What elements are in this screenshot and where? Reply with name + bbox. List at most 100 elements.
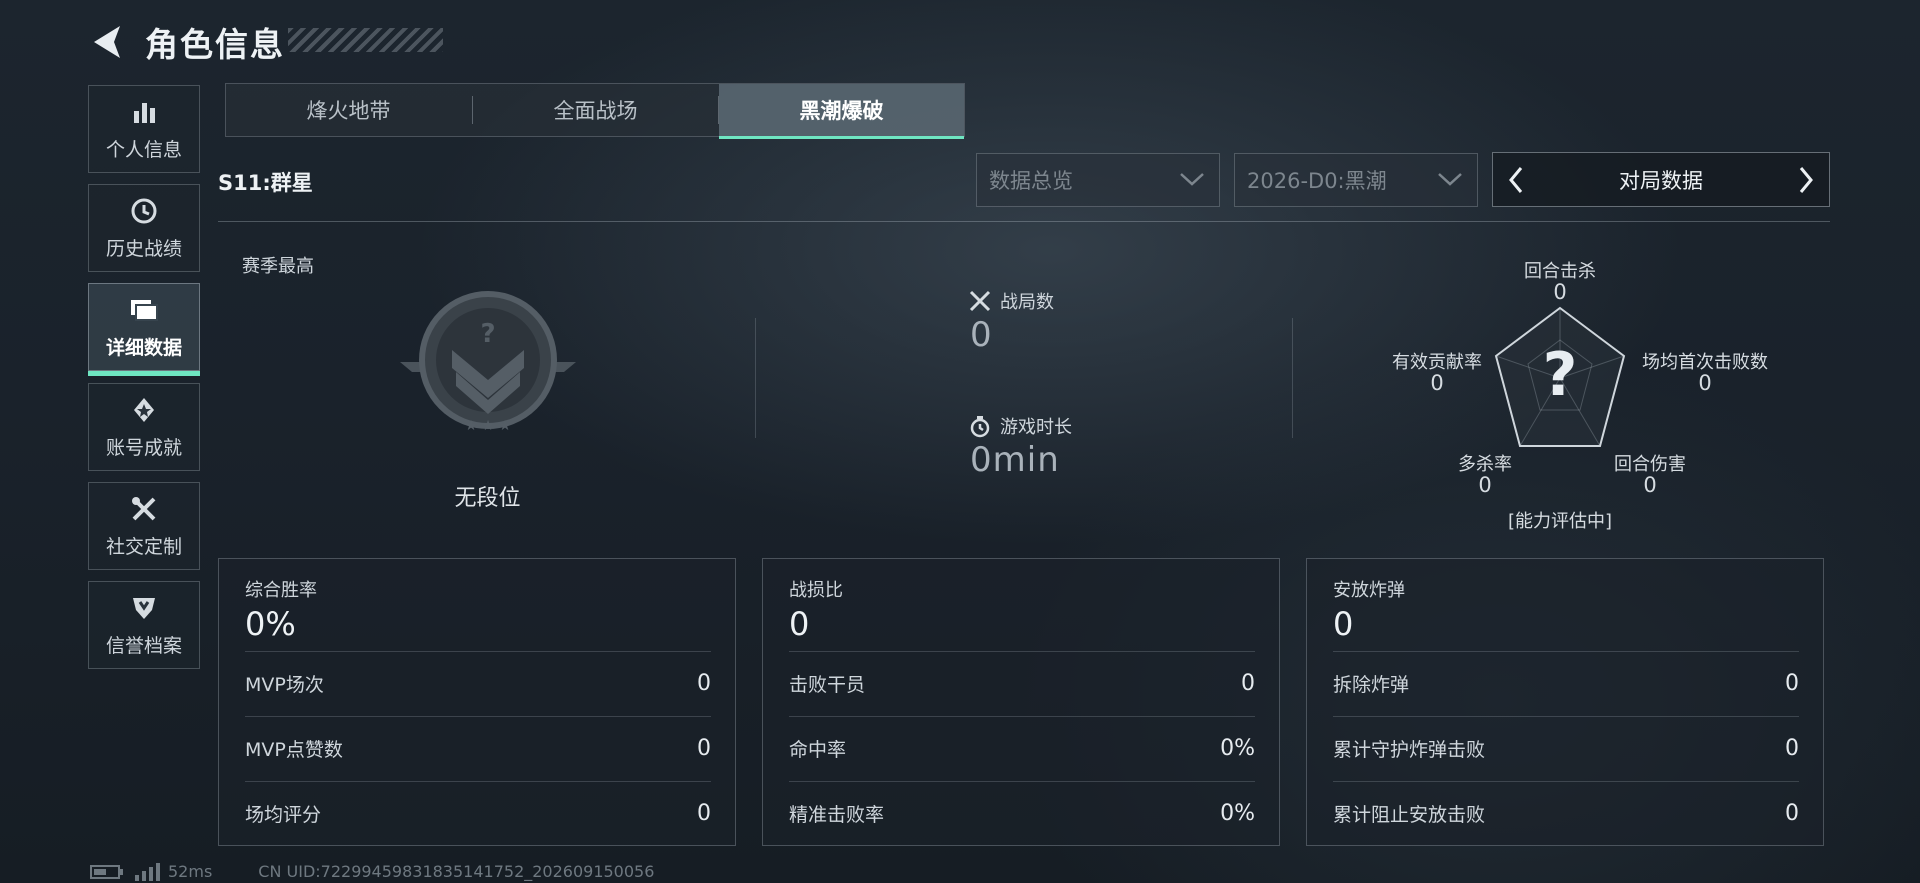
playtime-label: 游戏时长 bbox=[1000, 417, 1072, 438]
stat-row: MVP点赞数 0 bbox=[245, 716, 711, 780]
match-data-label: 对局数据 bbox=[1619, 168, 1703, 193]
tab-heichao[interactable]: 黑潮爆破 bbox=[719, 84, 964, 139]
stat-value: 0% bbox=[1220, 801, 1255, 826]
back-arrow-icon[interactable] bbox=[88, 20, 124, 64]
battery-icon bbox=[90, 864, 123, 879]
signal-icon bbox=[135, 862, 160, 881]
sidebar-item-history[interactable]: 历史战绩 bbox=[88, 184, 200, 272]
sidebar-item-label: 账号成就 bbox=[105, 436, 182, 459]
stat-card-bomb: 安放炸弹 0 拆除炸弹 0 累计守护炸弹击败 0 累计阻止安放击败 0 bbox=[1306, 558, 1824, 846]
sidebar-item-label: 社交定制 bbox=[105, 535, 182, 558]
sidebar-item-label: 历史战绩 bbox=[105, 237, 182, 260]
card-main-value: 0 bbox=[1333, 605, 1354, 643]
next-arrow-icon[interactable] bbox=[1793, 165, 1819, 195]
chevron-down-icon bbox=[1438, 173, 1462, 186]
card-title: 综合胜率 bbox=[245, 580, 317, 601]
folder-icon bbox=[129, 295, 159, 325]
section-divider bbox=[755, 318, 756, 438]
radar-value: 0 bbox=[1553, 280, 1567, 304]
card-main-value: 0 bbox=[789, 605, 810, 643]
season-label: S11:群星 bbox=[218, 171, 313, 195]
prev-arrow-icon[interactable] bbox=[1503, 165, 1529, 195]
tab-quanmian[interactable]: 全面战场 bbox=[473, 84, 718, 136]
radar-label: 场均首次击败数 bbox=[1642, 352, 1768, 373]
crossed-swords-icon bbox=[969, 290, 991, 312]
stat-value: 0 bbox=[697, 801, 711, 826]
sidebar-item-social[interactable]: 社交定制 bbox=[88, 482, 200, 570]
radar-value: 0 bbox=[1698, 371, 1712, 395]
stat-row: 精准击败率 0% bbox=[789, 781, 1255, 845]
stat-value: 0 bbox=[1785, 801, 1799, 826]
stat-label: 精准击败率 bbox=[789, 804, 885, 826]
medal-icon bbox=[129, 395, 159, 425]
card-title: 战损比 bbox=[789, 580, 843, 601]
shield-badge-icon bbox=[129, 593, 159, 623]
tab-label: 烽火地带 bbox=[306, 99, 391, 123]
stat-row: MVP场次 0 bbox=[245, 651, 711, 715]
sidebar-item-personal-info[interactable]: 个人信息 bbox=[88, 85, 200, 173]
stat-value: 0% bbox=[1220, 736, 1255, 761]
svg-text:?: ? bbox=[480, 319, 495, 349]
section-divider bbox=[1292, 318, 1293, 438]
radar-value: 0 bbox=[1478, 473, 1492, 497]
divider bbox=[218, 221, 1830, 222]
sidebar-item-label: 详细数据 bbox=[105, 336, 182, 359]
radar-center-mark: ? bbox=[1542, 340, 1578, 410]
card-main-value: 0% bbox=[245, 605, 296, 643]
title-decoration bbox=[288, 28, 443, 52]
dropdown-value: 数据总览 bbox=[989, 169, 1073, 193]
stat-row: 场均评分 0 bbox=[245, 781, 711, 845]
radar-value: 0 bbox=[1643, 473, 1657, 497]
page-title: 角色信息 bbox=[145, 25, 285, 64]
stat-label: 拆除炸弹 bbox=[1333, 674, 1410, 696]
sidebar-item-label: 信誉档案 bbox=[105, 634, 182, 657]
stat-value: 0 bbox=[697, 671, 711, 696]
season-dropdown[interactable]: 2026-D0:黑潮 bbox=[1234, 153, 1478, 207]
match-data-selector: 对局数据 bbox=[1492, 152, 1830, 207]
playtime-stat: 游戏时长 bbox=[968, 413, 1072, 439]
radar-label-multikill: 多杀率 0 bbox=[1435, 455, 1535, 497]
stat-value: 0 bbox=[1785, 736, 1799, 761]
ping-value: 52ms bbox=[168, 862, 213, 881]
overview-dropdown[interactable]: 数据总览 bbox=[976, 153, 1220, 207]
stat-label: MVP场次 bbox=[245, 674, 324, 696]
radar-label-round-damage: 回合伤害 0 bbox=[1600, 454, 1700, 497]
ability-radar-chart: ? bbox=[1490, 300, 1630, 450]
stat-label: 击败干员 bbox=[789, 674, 866, 696]
chevron-down-icon bbox=[1180, 173, 1204, 186]
stat-row: 累计阻止安放击败 0 bbox=[1333, 781, 1799, 845]
radar-label: 回合击杀 bbox=[1524, 261, 1596, 282]
matches-stat: 战局数 bbox=[968, 288, 1054, 314]
radar-status: [能力评估中] bbox=[1507, 511, 1613, 532]
stat-label: 场均评分 bbox=[245, 804, 322, 826]
uid-text: CN UID:72299459831835141752_202609150056 bbox=[258, 862, 655, 881]
mode-tab-bar: 烽火地带 全面战场 黑潮爆破 bbox=[225, 83, 965, 139]
radar-label-round-kills: 回合击杀 0 bbox=[1500, 261, 1620, 304]
stat-row: 命中率 0% bbox=[789, 716, 1255, 780]
radar-label: 回合伤害 bbox=[1614, 454, 1686, 475]
radar-label-first-kills: 场均首次击败数 0 bbox=[1630, 352, 1780, 395]
stopwatch-icon bbox=[970, 416, 990, 438]
stat-label: 命中率 bbox=[789, 739, 847, 761]
stat-label: MVP点赞数 bbox=[245, 739, 343, 761]
tab-fenghuo[interactable]: 烽火地带 bbox=[226, 84, 471, 136]
playtime-value: 0min bbox=[970, 440, 1060, 480]
sidebar-item-label: 个人信息 bbox=[105, 138, 182, 161]
stat-label: 累计阻止安放击败 bbox=[1333, 804, 1486, 826]
sidebar-item-credit[interactable]: 信誉档案 bbox=[88, 581, 200, 669]
stat-value: 0 bbox=[1785, 671, 1799, 696]
tools-icon bbox=[129, 494, 159, 524]
rank-emblem-icon: ? ★ ★ ★ bbox=[390, 290, 586, 440]
svg-text:★ ★ ★: ★ ★ ★ bbox=[465, 418, 512, 434]
matches-value: 0 bbox=[970, 315, 993, 355]
history-clock-icon bbox=[129, 196, 159, 226]
stat-row: 累计守护炸弹击败 0 bbox=[1333, 716, 1799, 780]
tab-label: 黑潮爆破 bbox=[799, 99, 884, 123]
rank-name: 无段位 bbox=[454, 486, 521, 511]
radar-value: 0 bbox=[1430, 371, 1444, 395]
sidebar-item-achievements[interactable]: 账号成就 bbox=[88, 383, 200, 471]
stat-value: 0 bbox=[697, 736, 711, 761]
radar-label-contribution: 有效贡献率 0 bbox=[1377, 353, 1497, 395]
sidebar-item-detailed-data[interactable]: 详细数据 bbox=[88, 283, 200, 376]
stat-value: 0 bbox=[1241, 671, 1255, 696]
